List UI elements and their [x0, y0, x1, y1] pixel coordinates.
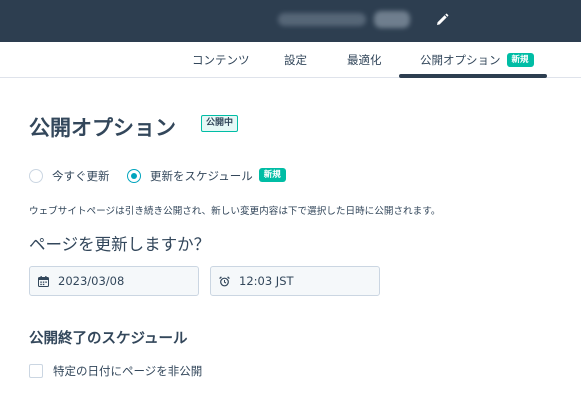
radio-label: 今すぐ更新 — [52, 169, 110, 183]
page-status-redacted — [374, 11, 410, 28]
unpublish-on-date-option[interactable]: 特定の日付にページを非公開 — [29, 363, 202, 379]
new-badge: 新規 — [506, 52, 534, 67]
pencil-icon[interactable] — [435, 13, 449, 27]
tab-settings[interactable]: 設定 — [284, 42, 307, 78]
tab-publishing-options[interactable]: 公開オプション 新規 — [420, 42, 534, 78]
status-badge: 公開中 — [201, 115, 239, 132]
date-input[interactable]: 2023/03/08 — [29, 266, 199, 296]
checkbox[interactable] — [29, 364, 43, 378]
page-title: 公開オプション — [29, 116, 176, 140]
tab-content[interactable]: コンテンツ — [192, 42, 250, 78]
active-tab-indicator — [399, 74, 547, 78]
radio-update-now[interactable]: 今すぐ更新 — [29, 167, 110, 185]
tab-label: 最適化 — [347, 53, 382, 67]
page-name-redacted — [278, 13, 366, 26]
unpublish-section-title: 公開終了のスケジュール — [29, 331, 188, 347]
radio-button-selected[interactable] — [127, 169, 141, 183]
tab-label: コンテンツ — [192, 53, 250, 67]
radio-schedule-update[interactable]: 更新をスケジュール 新規 — [127, 167, 286, 185]
top-navigation-bar — [0, 0, 581, 42]
tab-label: 公開オプション — [420, 53, 501, 67]
checkbox-label: 特定の日付にページを非公開 — [53, 364, 203, 378]
radio-button[interactable] — [29, 169, 43, 183]
new-badge: 新規 — [258, 168, 286, 182]
tab-label: 設定 — [284, 53, 307, 67]
date-value: 2023/03/08 — [58, 274, 125, 288]
tab-optimize[interactable]: 最適化 — [347, 42, 382, 78]
editor-tab-bar: コンテンツ 設定 最適化 公開オプション 新規 — [0, 42, 581, 78]
schedule-description: ウェブサイトページは引き続き公開され、新しい変更内容は下で選択した日時に公開され… — [29, 206, 441, 217]
time-input[interactable]: 12:03 JST — [210, 266, 380, 296]
time-value: 12:03 JST — [239, 274, 294, 288]
alarm-clock-icon — [219, 275, 230, 286]
calendar-icon — [38, 275, 49, 287]
update-question-heading: ページを更新しますか？ — [29, 235, 211, 254]
radio-label: 更新をスケジュール — [150, 169, 253, 183]
